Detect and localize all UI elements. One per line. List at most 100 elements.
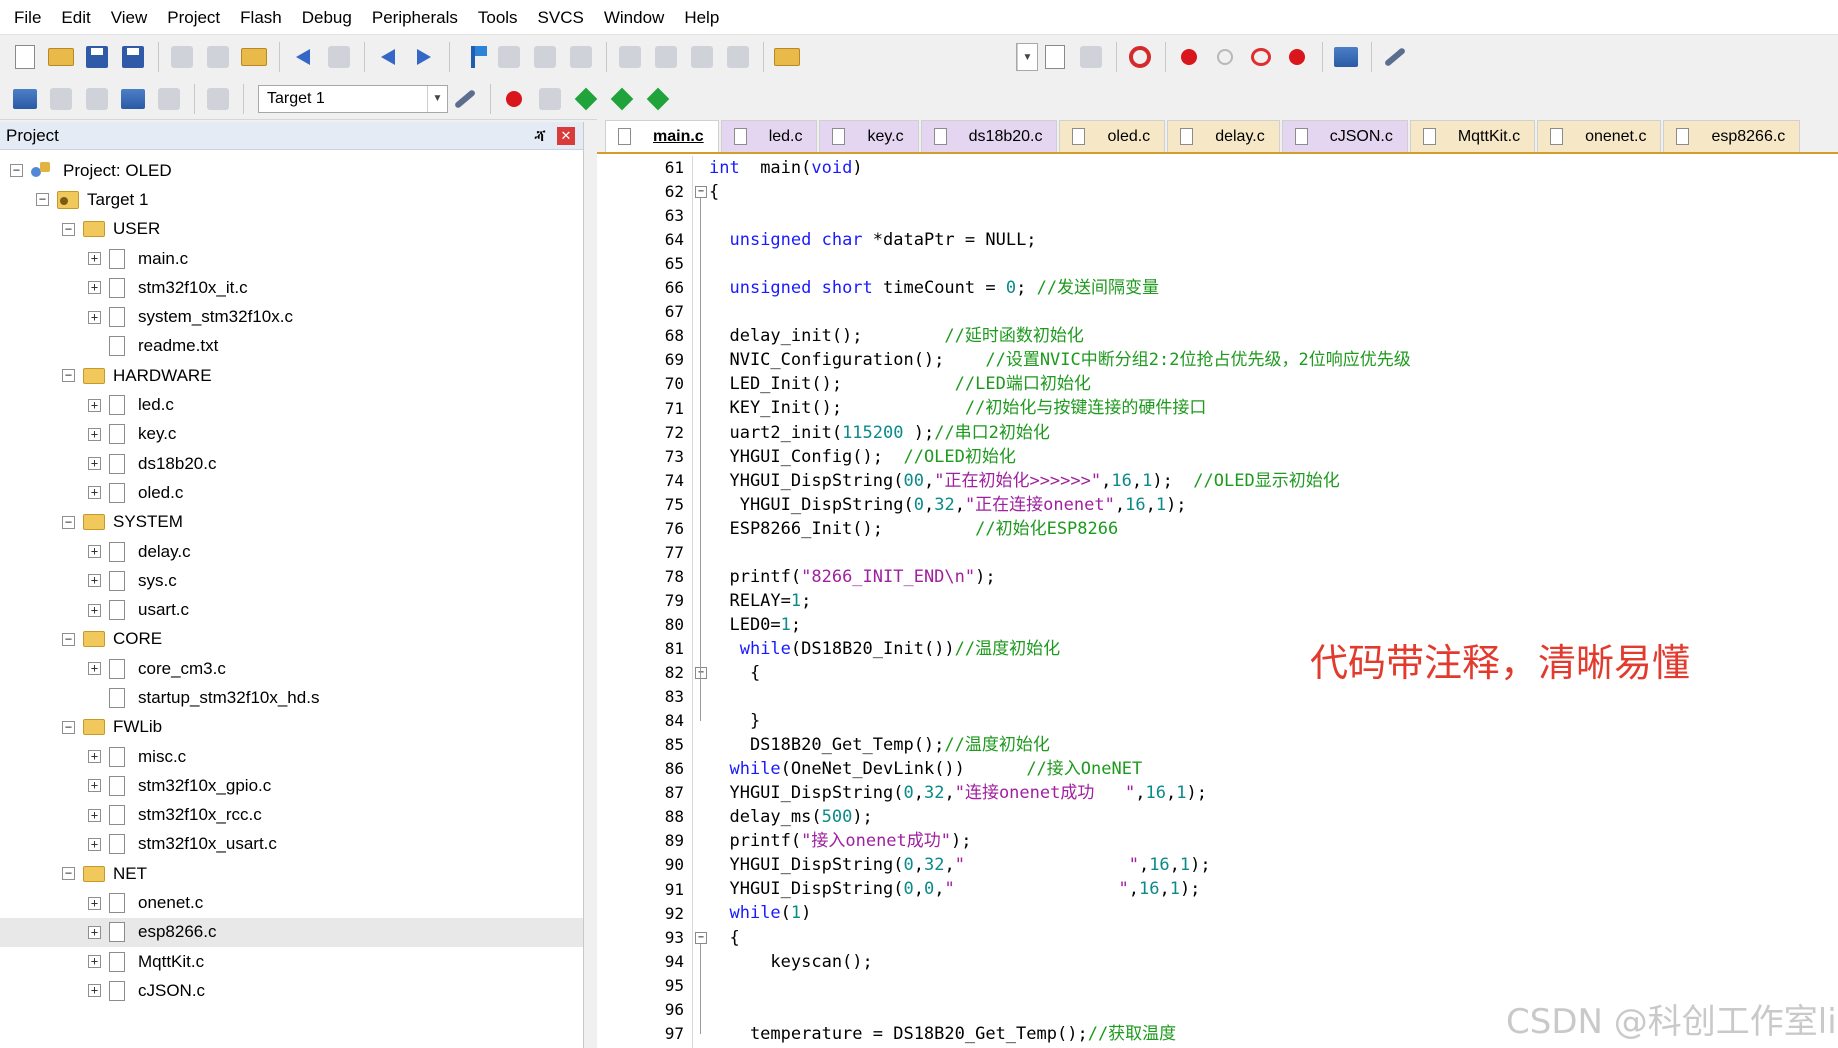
collapse-icon[interactable]: − (62, 632, 75, 646)
tree-item[interactable]: + MqttKit.c (0, 947, 583, 976)
select-packs-button[interactable] (533, 82, 567, 116)
tab-key-c[interactable]: key.c (819, 120, 919, 152)
expand-icon[interactable]: + (88, 398, 101, 412)
expand-icon[interactable]: + (88, 574, 101, 588)
target-options-button[interactable] (448, 82, 482, 116)
navigate-forward-button[interactable] (407, 40, 441, 74)
pack-installer-button[interactable] (605, 82, 639, 116)
find-in-files-button[interactable] (770, 40, 804, 74)
tree-item[interactable]: − USER (0, 215, 583, 244)
open-file-button[interactable] (44, 40, 78, 74)
insert-breakpoint-button[interactable] (1172, 40, 1206, 74)
tree-item[interactable]: − NET (0, 859, 583, 888)
stop-build-button[interactable] (152, 82, 186, 116)
undo-button[interactable] (286, 40, 320, 74)
tree-item[interactable]: − CORE (0, 625, 583, 654)
menu-window[interactable]: Window (594, 0, 674, 35)
unindent-button[interactable] (649, 40, 683, 74)
debug-session-button[interactable] (1123, 40, 1157, 74)
tree-item[interactable]: + led.c (0, 390, 583, 419)
menu-flash[interactable]: Flash (230, 0, 292, 35)
rebuild-button[interactable] (80, 82, 114, 116)
menu-help[interactable]: Help (674, 0, 729, 35)
menu-tools[interactable]: Tools (468, 0, 528, 35)
expand-icon[interactable]: + (88, 808, 101, 822)
tree-item[interactable]: + key.c (0, 420, 583, 449)
target-select[interactable]: Target 1 ▼ (258, 84, 448, 113)
tree-item[interactable]: startup_stm32f10x_hd.s (0, 683, 583, 712)
expand-icon[interactable]: + (88, 486, 101, 500)
collapse-icon[interactable]: − (62, 222, 75, 236)
collapse-icon[interactable]: − (62, 369, 75, 383)
collapse-icon[interactable]: − (62, 867, 75, 881)
find-dropdown[interactable]: ▼ (1016, 43, 1038, 71)
panel-splitter[interactable] (585, 122, 597, 1048)
kill-all-breakpoints-button[interactable] (1280, 40, 1314, 74)
build-button[interactable] (44, 82, 78, 116)
expand-icon[interactable]: + (88, 837, 101, 851)
tree-item[interactable]: + stm32f10x_usart.c (0, 830, 583, 859)
tab-esp8266-c[interactable]: esp8266.c (1663, 120, 1801, 152)
tree-item[interactable]: + main.c (0, 244, 583, 273)
download-button[interactable] (201, 82, 235, 116)
tree-item[interactable]: + onenet.c (0, 888, 583, 917)
fold-collapse-icon[interactable]: − (695, 931, 707, 944)
tab-MqttKit-c[interactable]: MqttKit.c (1409, 120, 1536, 152)
menu-project[interactable]: Project (157, 0, 230, 35)
expand-icon[interactable]: + (88, 603, 101, 617)
collapse-icon[interactable]: − (10, 164, 23, 178)
disable-all-breakpoints-button[interactable] (1244, 40, 1278, 74)
new-file-button[interactable] (8, 40, 42, 74)
save-all-button[interactable] (116, 40, 150, 74)
tab-cJSON-c[interactable]: cJSON.c (1281, 120, 1408, 152)
fold-collapse-icon[interactable]: − (695, 667, 707, 680)
tree-item[interactable]: + delay.c (0, 537, 583, 566)
expand-icon[interactable]: + (88, 457, 101, 471)
paste-button[interactable] (237, 40, 271, 74)
batch-build-button[interactable] (116, 82, 150, 116)
expand-icon[interactable]: + (88, 545, 101, 558)
configure-button[interactable] (1378, 40, 1412, 74)
collapse-icon[interactable]: − (62, 515, 75, 529)
redo-button[interactable] (322, 40, 356, 74)
indent-button[interactable] (613, 40, 647, 74)
collapse-icon[interactable]: − (36, 193, 49, 207)
tree-item[interactable]: + sys.c (0, 566, 583, 595)
tree-item[interactable]: + oled.c (0, 478, 583, 507)
tree-item[interactable]: − SYSTEM (0, 508, 583, 537)
expand-icon[interactable]: + (88, 281, 101, 295)
menu-file[interactable]: File (4, 0, 51, 35)
incremental-find-button[interactable] (1074, 40, 1108, 74)
expand-icon[interactable]: + (88, 252, 101, 266)
tab-led-c[interactable]: led.c (720, 120, 818, 152)
copy-button[interactable] (201, 40, 235, 74)
tree-item[interactable]: − FWLib (0, 713, 583, 742)
next-bookmark-button[interactable] (528, 40, 562, 74)
tree-item[interactable]: + esp8266.c (0, 917, 583, 948)
tree-item[interactable]: + stm32f10x_rcc.c (0, 801, 583, 830)
menu-view[interactable]: View (101, 0, 158, 35)
expand-icon[interactable]: + (88, 779, 101, 793)
clear-bookmarks-button[interactable] (564, 40, 598, 74)
tree-item[interactable]: readme.txt (0, 332, 583, 361)
tree-item[interactable]: + core_cm3.c (0, 654, 583, 683)
insert-bookmark-button[interactable] (456, 40, 490, 74)
expand-icon[interactable]: + (88, 310, 101, 324)
collapse-icon[interactable]: − (62, 720, 75, 734)
expand-icon[interactable]: + (88, 662, 101, 676)
menu-peripherals[interactable]: Peripherals (362, 0, 468, 35)
tree-item[interactable]: + cJSON.c (0, 976, 583, 1005)
menu-edit[interactable]: Edit (51, 0, 100, 35)
tree-item[interactable]: + stm32f10x_it.c (0, 273, 583, 302)
tab-delay-c[interactable]: delay.c (1167, 120, 1280, 152)
tree-item[interactable]: + misc.c (0, 742, 583, 771)
tab-main-c[interactable]: main.c (605, 120, 719, 152)
window-layout-button[interactable] (1329, 40, 1363, 74)
pin-icon[interactable]: ⶣ (531, 127, 549, 145)
uncomment-button[interactable] (721, 40, 755, 74)
expand-icon[interactable]: + (88, 984, 101, 998)
navigate-back-button[interactable] (371, 40, 405, 74)
enable-breakpoint-button[interactable] (1208, 40, 1242, 74)
tab-onenet-c[interactable]: onenet.c (1537, 120, 1662, 152)
comment-button[interactable] (685, 40, 719, 74)
